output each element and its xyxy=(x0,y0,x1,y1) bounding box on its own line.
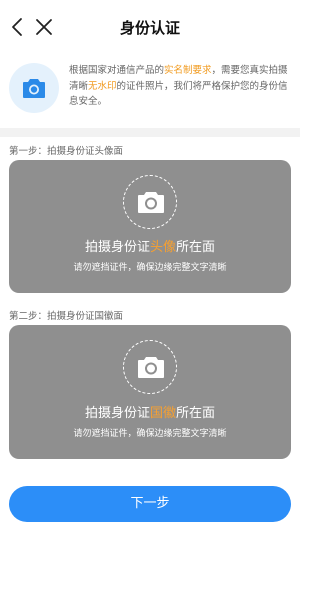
header-bar: 身份认证 xyxy=(0,0,300,54)
step2-sub-text: 请勿遮挡证件，确保边缘完整文字清晰 xyxy=(73,429,227,439)
next-step-button[interactable]: 下一步 xyxy=(9,486,291,522)
intro-text-part1: 根据国家对通信产品的 xyxy=(69,65,165,76)
step2-main-suffix: 所在面 xyxy=(176,406,216,421)
step1-main-suffix: 所在面 xyxy=(176,240,216,255)
step2-main-prefix: 拍摄身份证 xyxy=(84,406,150,421)
page-title: 身份认证 xyxy=(119,19,180,37)
intro-highlight-nowatermark: 无水印 xyxy=(88,80,117,92)
intro-text: 根据国家对通信产品的实名制要求，需要您真实拍摄清晰无水印的证件照片，我们将严格保… xyxy=(69,63,293,110)
divider xyxy=(0,128,300,137)
step1-label: 第一步：拍摄身份证头像面 xyxy=(9,146,124,157)
step1-main-text: 拍摄身份证头像所在面 xyxy=(9,236,291,255)
intro-highlight-realname: 实名制要求 xyxy=(164,65,212,76)
camera-icon xyxy=(123,340,177,394)
id-back-upload-card[interactable]: 拍摄身份证国徽所在面 请勿遮挡证件，确保边缘完整文字清晰 xyxy=(9,325,291,459)
id-front-upload-card[interactable]: 拍摄身份证头像所在面 请勿遮挡证件，确保边缘完整文字清晰 xyxy=(9,160,291,293)
step2-label: 第二步：拍摄身份证国徽面 xyxy=(9,311,124,322)
camera-icon xyxy=(9,63,59,113)
camera-icon xyxy=(123,175,177,229)
step1-main-highlight: 头像 xyxy=(149,240,176,255)
step2-main-text: 拍摄身份证国徽所在面 xyxy=(9,402,291,421)
intro-section: 根据国家对通信产品的实名制要求，需要您真实拍摄清晰无水印的证件照片，我们将严格保… xyxy=(0,54,300,126)
step1-main-prefix: 拍摄身份证 xyxy=(84,240,150,255)
step2-main-highlight: 国徽 xyxy=(149,406,176,421)
step1-sub-text: 请勿遮挡证件，确保边缘完整文字清晰 xyxy=(73,263,227,273)
